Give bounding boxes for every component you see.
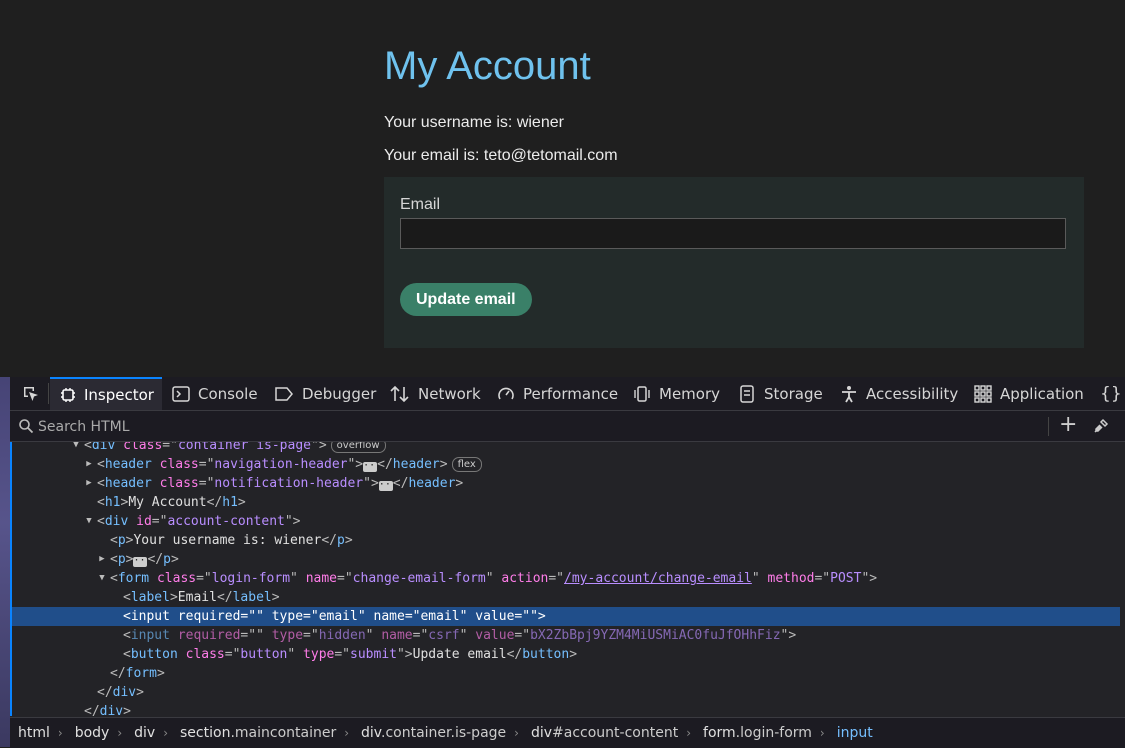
- debugger-icon: [275, 386, 293, 401]
- markup-node[interactable]: <p>Your username is: wiener</p>: [12, 531, 1120, 550]
- breadcrumb-item-active[interactable]: input: [837, 725, 873, 741]
- chevron-right-icon: ›: [686, 726, 692, 740]
- markup-tree: ▼ <div class="container is-page"> overflo…: [10, 442, 1120, 716]
- eyedropper-icon[interactable]: [1093, 418, 1109, 434]
- tab-debugger[interactable]: Debugger: [274, 377, 376, 410]
- markup-node[interactable]: ▶ <header class="notification-header">··…: [12, 474, 1120, 493]
- markup-node[interactable]: <h1>My Account</h1>: [12, 493, 1120, 512]
- tab-application-label: Application: [1000, 384, 1084, 403]
- tab-console[interactable]: Console: [172, 377, 258, 410]
- chevron-right-icon: ›: [514, 726, 519, 740]
- chevron-right-icon: ›: [819, 726, 825, 740]
- chevron-right-icon: ›: [344, 726, 350, 740]
- devtools-panel: Inspector Console Debugger Network Perfo…: [10, 377, 1125, 748]
- search-icon: [19, 419, 34, 434]
- tab-debugger-label: Debugger: [302, 384, 377, 403]
- email-label: Email: [400, 196, 441, 213]
- breadcrumb-item[interactable]: div: [134, 725, 155, 741]
- collapsed-ellipsis-icon[interactable]: ···: [378, 480, 397, 491]
- username-text: Your username is: wiener: [384, 114, 564, 131]
- tab-network[interactable]: Network: [390, 377, 481, 410]
- devtools-toolbar: Inspector Console Debugger Network Perfo…: [10, 377, 1125, 411]
- inspector-icon: [61, 387, 75, 402]
- tab-storage-label: Storage: [764, 384, 823, 403]
- breadcrumb-item[interactable]: form.login-form: [703, 725, 812, 741]
- markup-node[interactable]: ▶ <header class="navigation-header">···<…: [12, 455, 1120, 474]
- change-email-form: Email Update email: [384, 177, 1084, 348]
- tab-inspector-label: Inspector: [84, 385, 154, 404]
- overflow-badge[interactable]: overflow: [330, 442, 386, 453]
- page-title: My Account: [384, 44, 591, 88]
- tab-storage[interactable]: Storage: [738, 377, 823, 410]
- collapsed-ellipsis-icon[interactable]: ···: [363, 461, 381, 472]
- chevron-right-icon: ›: [163, 726, 169, 740]
- breadcrumb-item[interactable]: body: [75, 725, 110, 741]
- markup-node[interactable]: </div>: [12, 683, 1120, 702]
- accessibility-icon: [842, 385, 856, 402]
- tab-console-label: Console: [198, 384, 258, 403]
- add-node-icon[interactable]: +: [1059, 413, 1077, 437]
- element-picker-icon[interactable]: [20, 377, 50, 410]
- breadcrumb-item[interactable]: section.maincontainer: [180, 725, 336, 741]
- tab-accessibility-label: Accessibility: [866, 384, 959, 403]
- update-email-button[interactable]: Update email: [400, 283, 532, 316]
- storage-icon: [740, 384, 754, 403]
- style-editor-icon[interactable]: {}: [1100, 377, 1122, 410]
- search-html-input[interactable]: [36, 415, 1040, 439]
- markup-node[interactable]: ▼ <form class="login-form" name="change-…: [12, 569, 1120, 588]
- chevron-right-icon: ›: [57, 726, 63, 740]
- markup-node[interactable]: ▼ <div class="container is-page"> overflo…: [12, 442, 1120, 455]
- action-link[interactable]: /my-account/change-email: [564, 571, 752, 586]
- breadcrumb: html › body › div › section.maincontaine…: [10, 717, 1125, 748]
- memory-icon: [634, 385, 650, 402]
- tab-memory-label: Memory: [659, 384, 721, 403]
- markup-node[interactable]: <button class="button" type="submit">Upd…: [12, 645, 1120, 664]
- flex-badge[interactable]: flex: [451, 457, 482, 472]
- markup-node[interactable]: </div>: [12, 702, 1120, 716]
- breadcrumb-item[interactable]: html: [18, 725, 50, 741]
- markup-node[interactable]: ▶ <p>···</p>: [12, 550, 1120, 569]
- tab-performance-label: Performance: [523, 384, 619, 403]
- console-icon: [172, 385, 190, 402]
- email-text: Your email is: teto@tetomail.com: [384, 147, 618, 164]
- performance-icon: [498, 387, 514, 399]
- collapsed-ellipsis-icon[interactable]: ···: [133, 556, 152, 567]
- tab-accessibility[interactable]: Accessibility: [840, 377, 958, 410]
- markup-node-selected[interactable]: <input required="" type="email" name="em…: [12, 607, 1120, 626]
- markup-node[interactable]: </form>: [12, 664, 1120, 683]
- tab-performance[interactable]: Performance: [497, 377, 618, 410]
- chevron-right-icon: ›: [117, 726, 123, 740]
- web-page: My Account Your username is: wiener Your…: [0, 0, 1125, 377]
- email-input[interactable]: [400, 218, 1066, 249]
- breadcrumb-item[interactable]: div#account-content: [531, 725, 678, 741]
- html-search-bar: +: [10, 411, 1125, 442]
- breadcrumb-item[interactable]: div.container.is-page: [361, 725, 506, 741]
- tab-memory[interactable]: Memory: [633, 377, 720, 410]
- markup-node[interactable]: ▼ <div id="account-content">: [12, 512, 1120, 531]
- markup-node[interactable]: <input required="" type="hidden" name="c…: [12, 626, 1120, 645]
- network-icon: [390, 385, 409, 402]
- tab-application[interactable]: Application: [974, 377, 1084, 410]
- tab-network-label: Network: [418, 384, 481, 403]
- markup-node[interactable]: <label>Email</label>: [12, 588, 1120, 607]
- tab-inspector[interactable]: Inspector: [50, 377, 162, 410]
- application-icon: [974, 384, 992, 403]
